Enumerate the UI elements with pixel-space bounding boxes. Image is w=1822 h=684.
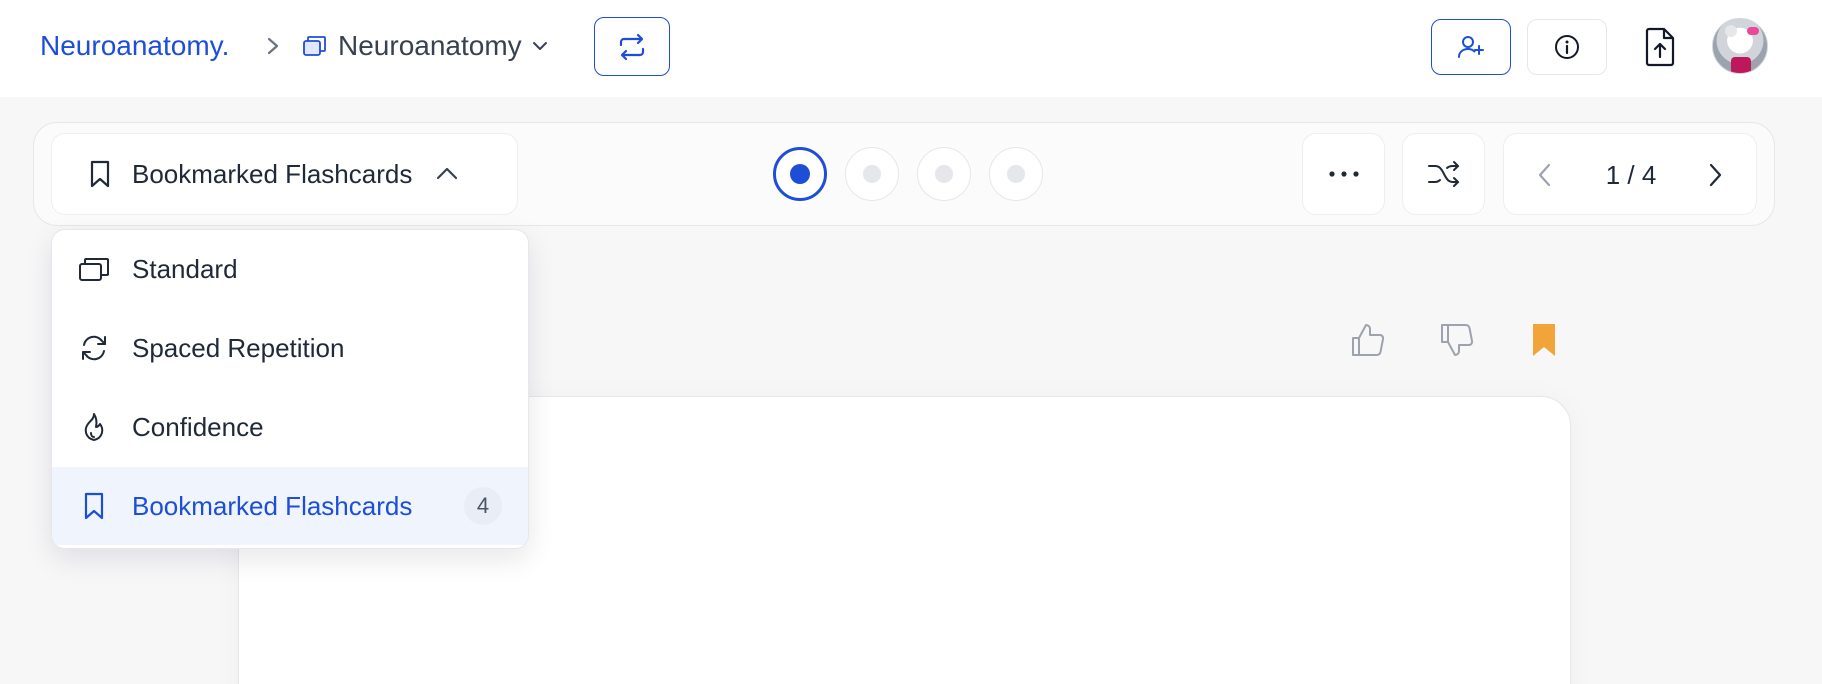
deck-name: Neuroanatomy	[338, 30, 522, 61]
add-user-icon	[1458, 36, 1484, 58]
export-button[interactable]	[1635, 22, 1685, 72]
menu-item-spaced-repetition[interactable]: Spaced Repetition	[52, 309, 528, 387]
study-mode-select[interactable]: Bookmarked Flashcards	[51, 133, 518, 215]
count-badge: 4	[464, 487, 502, 525]
bookmark-icon	[78, 490, 110, 522]
progress-dot[interactable]	[917, 147, 971, 201]
progress-dot-fill	[863, 165, 881, 183]
bookmark-icon	[90, 160, 110, 188]
previous-card-button[interactable]	[1530, 158, 1560, 192]
cards-icon	[78, 253, 110, 285]
menu-item-label: Confidence	[132, 411, 264, 442]
study-mode-menu: Standard Spaced Repetition Confidence Bo…	[51, 229, 529, 549]
flame-icon	[78, 411, 110, 443]
progress-dot-fill	[790, 164, 810, 184]
swap-icon	[619, 33, 645, 60]
avatar-detail	[1731, 57, 1751, 73]
bookmark-toggle-button[interactable]	[1522, 318, 1566, 362]
info-button[interactable]	[1527, 19, 1607, 75]
progress-dot-fill	[1007, 165, 1025, 183]
file-upload-icon	[1645, 27, 1675, 67]
bookmark-filled-icon	[1533, 324, 1555, 356]
add-user-button[interactable]	[1431, 19, 1511, 75]
thumbs-up-button[interactable]	[1346, 318, 1390, 362]
swap-button[interactable]	[594, 17, 670, 76]
progress-dot[interactable]	[845, 147, 899, 201]
breadcrumb-root-link[interactable]: Neuroanatomy.	[40, 28, 229, 64]
cards-icon	[303, 36, 326, 56]
deck-selector[interactable]: Neuroanatomy	[302, 26, 550, 66]
thumbs-up-icon	[1352, 324, 1385, 356]
shuffle-icon	[1427, 161, 1459, 187]
menu-item-confidence[interactable]: Confidence	[52, 388, 528, 466]
card-pager: 1 / 4	[1503, 133, 1757, 215]
chevron-right-icon	[267, 37, 279, 55]
progress-dot[interactable]	[773, 147, 827, 201]
chevron-up-icon	[437, 167, 458, 180]
chevron-right-icon	[1709, 163, 1722, 187]
menu-item-label: Spaced Repetition	[132, 332, 345, 363]
info-icon	[1555, 35, 1579, 59]
avatar[interactable]	[1712, 18, 1768, 74]
thumbs-down-button[interactable]	[1435, 318, 1479, 362]
refresh-icon	[78, 332, 110, 364]
study-mode-label: Bookmarked Flashcards	[132, 158, 413, 189]
menu-item-standard[interactable]: Standard	[52, 230, 528, 308]
next-card-button[interactable]	[1700, 158, 1730, 192]
menu-item-label: Bookmarked Flashcards	[132, 490, 413, 521]
progress-dot[interactable]	[989, 147, 1043, 201]
avatar-detail	[1747, 27, 1759, 35]
more-options-button[interactable]	[1302, 133, 1385, 215]
progress-dot-fill	[935, 165, 953, 183]
card-position: 1 / 4	[1605, 160, 1657, 190]
chevron-down-icon	[532, 42, 547, 50]
menu-item-bookmarked-flashcards[interactable]: Bookmarked Flashcards 4	[52, 467, 528, 545]
menu-item-label: Standard	[132, 253, 238, 284]
avatar-detail	[1725, 25, 1737, 37]
shuffle-button[interactable]	[1402, 133, 1485, 215]
more-horizontal-icon	[1328, 171, 1359, 177]
thumbs-down-icon	[1441, 324, 1474, 356]
chevron-left-icon	[1538, 163, 1551, 187]
